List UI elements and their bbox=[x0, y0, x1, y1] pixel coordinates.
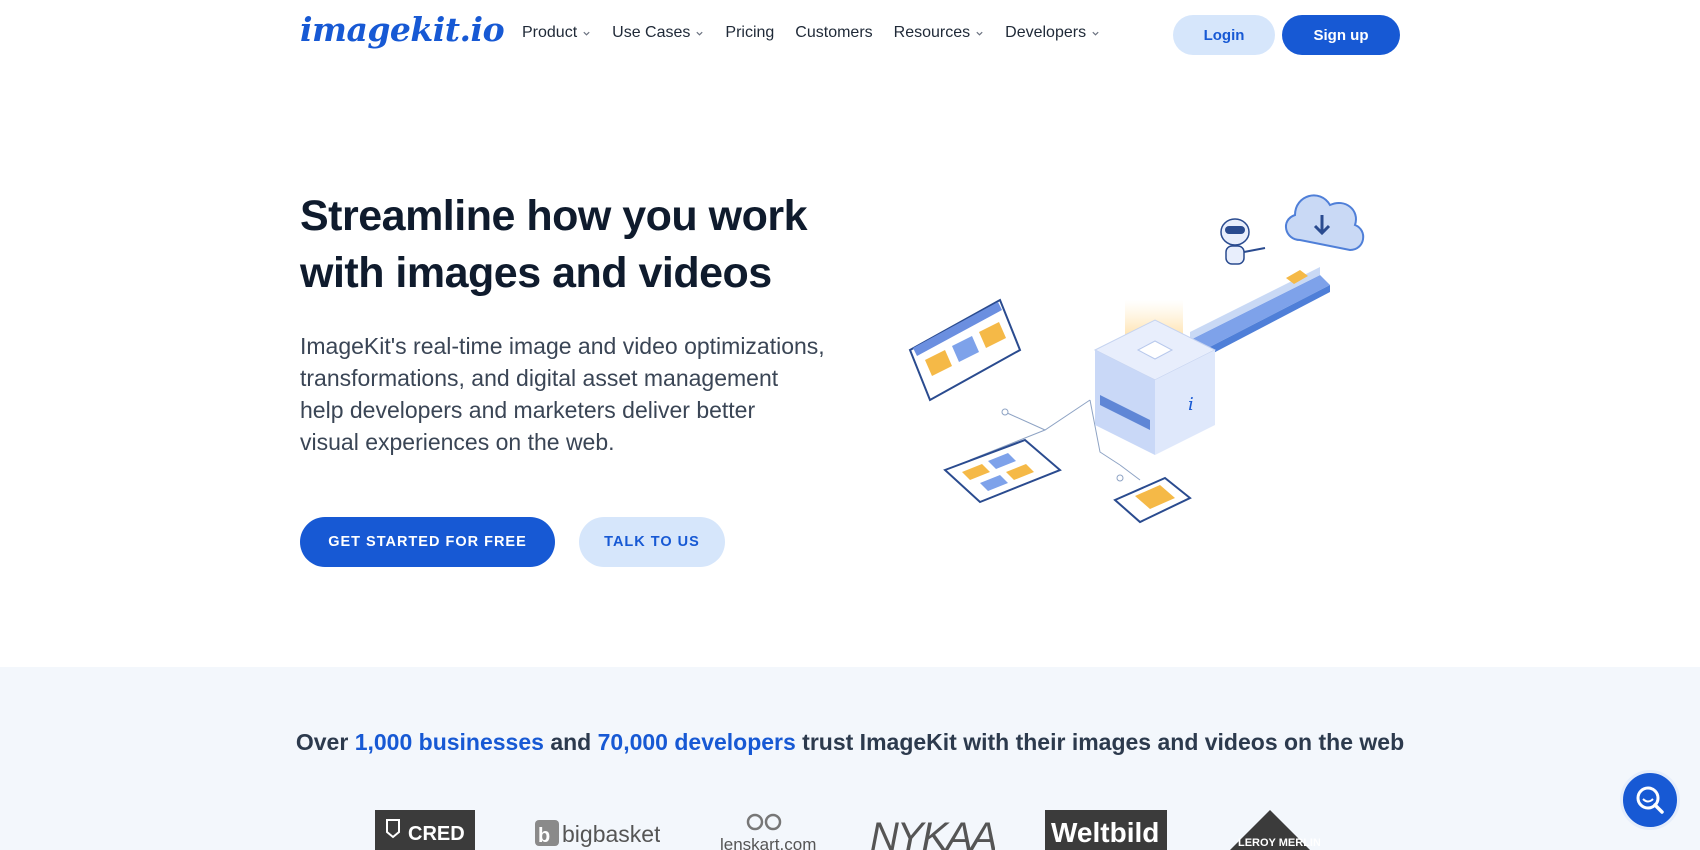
nav-item-use-cases[interactable]: Use Cases bbox=[612, 24, 704, 42]
nav-item-pricing[interactable]: Pricing bbox=[725, 24, 774, 42]
nav-item-label: Developers bbox=[1005, 24, 1087, 41]
trust-suffix: trust ImageKit with their images and vid… bbox=[795, 729, 1405, 755]
hero-illustration: i bbox=[908, 194, 1365, 524]
chevron-down-icon bbox=[583, 31, 590, 36]
nykaa-logo: NYKAA bbox=[870, 815, 995, 850]
leroy-merlin-logo-text: LEROY MERLIN bbox=[1238, 837, 1320, 849]
trust-and: and bbox=[543, 729, 598, 755]
nav-item-label: Resources bbox=[893, 24, 971, 41]
weltbild-logo-text: Weltbild bbox=[1051, 817, 1159, 848]
robot-figure bbox=[1220, 218, 1266, 265]
hero-subtitle-line: transformations, and digital asset manag… bbox=[300, 365, 779, 391]
nav-item-resources[interactable]: Resources bbox=[894, 24, 984, 42]
lenskart-logo-text: lenskart.com bbox=[720, 835, 816, 850]
leroy-merlin-logo: LEROY MERLIN bbox=[1230, 810, 1320, 850]
bigbasket-logo: b bigbasket bbox=[535, 820, 660, 847]
nav-item-developers[interactable]: Developers bbox=[1005, 24, 1100, 42]
weltbild-logo: Weltbild bbox=[1045, 810, 1167, 850]
trust-developers: 70,000 developers bbox=[597, 729, 796, 755]
nav-item-label: Use Cases bbox=[612, 24, 691, 41]
talk-to-us-button[interactable]: TALK TO US bbox=[579, 517, 725, 567]
customer-logos: CRED b bigbasket lenskart.com NYKAA Welt… bbox=[375, 810, 1335, 850]
browser-window-card bbox=[908, 298, 1022, 402]
trust-statement: Over 1,000 businesses and 70,000 develop… bbox=[0, 729, 1700, 756]
main-nav: Product Use Cases Pricing Customers Reso… bbox=[522, 24, 1121, 42]
trust-prefix: Over bbox=[295, 729, 355, 755]
hero-title-line: with images and videos bbox=[300, 249, 772, 297]
get-started-button[interactable]: GET STARTED FOR FREE bbox=[300, 517, 555, 567]
nykaa-logo-text: NYKAA bbox=[870, 815, 995, 850]
nav-item-customers[interactable]: Customers bbox=[795, 24, 872, 42]
login-button[interactable]: Login bbox=[1173, 15, 1275, 55]
nav-item-label: Customers bbox=[795, 24, 873, 41]
conveyor-belt bbox=[1190, 267, 1330, 360]
trust-section: Over 1,000 businesses and 70,000 develop… bbox=[0, 667, 1700, 850]
chevron-down-icon bbox=[1092, 31, 1099, 36]
svg-text:b: b bbox=[538, 825, 550, 847]
trust-businesses: 1,000 businesses bbox=[354, 729, 544, 755]
nav-item-label: Product bbox=[522, 24, 578, 41]
hero-title: Streamline how you work with images and … bbox=[300, 188, 860, 302]
cred-logo-text: CRED bbox=[408, 823, 465, 845]
chat-search-button[interactable] bbox=[1620, 770, 1680, 830]
chevron-down-icon bbox=[976, 31, 983, 36]
image-card bbox=[1113, 476, 1192, 524]
gallery-card bbox=[943, 438, 1062, 504]
site-header: imagekit.io Product Use Cases Pricing Cu… bbox=[0, 0, 1700, 70]
chevron-down-icon bbox=[696, 31, 704, 36]
signup-button[interactable]: Sign up bbox=[1282, 15, 1400, 55]
cloud-download bbox=[1285, 194, 1365, 252]
hero-subtitle-line: visual experiences on the web. bbox=[300, 429, 615, 455]
hero-subtitle: ImageKit's real-time image and video opt… bbox=[300, 330, 860, 458]
bigbasket-logo-text: bigbasket bbox=[562, 821, 660, 847]
nav-item-label: Pricing bbox=[725, 24, 775, 41]
nav-item-product[interactable]: Product bbox=[522, 24, 591, 42]
chat-search-icon bbox=[1636, 786, 1664, 814]
imagekit-logo[interactable]: imagekit.io bbox=[300, 10, 505, 49]
hero-subtitle-line: help developers and marketers deliver be… bbox=[300, 397, 756, 423]
cred-logo: CRED bbox=[375, 810, 475, 850]
svg-text:i: i bbox=[1188, 394, 1194, 415]
lenskart-logo: lenskart.com bbox=[720, 813, 816, 850]
hero-title-line: Streamline how you work bbox=[300, 192, 808, 240]
hero-subtitle-line: ImageKit's real-time image and video opt… bbox=[300, 333, 825, 359]
